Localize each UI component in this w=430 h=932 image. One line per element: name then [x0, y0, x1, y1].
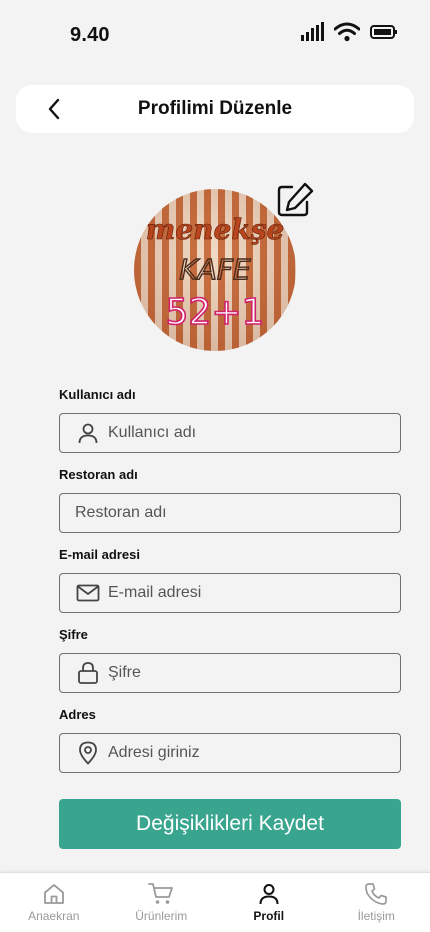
username-label: Kullanıcı adı: [59, 387, 136, 402]
avatar: menekşe KAFE 52+1: [134, 189, 296, 351]
signal-icon: [301, 22, 324, 41]
status-time: 9.40: [70, 24, 110, 46]
username-input[interactable]: [100, 414, 400, 452]
address-label: Adres: [59, 707, 96, 722]
username-field-container: [59, 413, 401, 453]
edit-icon: [277, 182, 314, 217]
address-field-container: [59, 733, 401, 773]
profile-photo[interactable]: menekşe KAFE 52+1: [134, 189, 296, 351]
edit-photo-button[interactable]: [276, 182, 316, 218]
tab-profile-label: Profil: [253, 909, 285, 923]
home-icon: [43, 884, 64, 904]
restaurant-field-container: [59, 493, 401, 533]
tab-home-label: Anaekran: [28, 909, 80, 923]
email-input[interactable]: [100, 574, 400, 612]
password-field-container: [59, 653, 401, 693]
mail-icon: [76, 581, 100, 605]
tab-home[interactable]: Anaekran: [0, 873, 108, 932]
battery-icon: [370, 25, 397, 39]
phone-icon: [365, 883, 388, 905]
user-icon: [76, 421, 100, 445]
avatar-logo-line-3: 52+1: [166, 292, 265, 333]
password-label: Şifre: [59, 627, 88, 642]
page-header: Profilimi Düzenle: [16, 85, 414, 133]
tab-products-label: Ürünlerim: [135, 909, 188, 923]
avatar-logo-line-2: KAFE: [179, 253, 251, 286]
address-input[interactable]: [100, 734, 400, 772]
user-icon: [259, 884, 279, 905]
lock-icon: [76, 661, 100, 685]
bottom-tab-bar: Anaekran Ürünlerim Profil İletişim: [0, 872, 430, 932]
location-pin-icon: [76, 741, 100, 765]
restaurant-label: Restoran adı: [59, 467, 138, 482]
wifi-icon: [334, 22, 360, 42]
tab-profile[interactable]: Profil: [215, 873, 323, 932]
page-title: Profilimi Düzenle: [137, 98, 293, 119]
avatar-logo-image: menekşe KAFE 52+1: [145, 213, 285, 334]
email-label: E-mail adresi: [59, 547, 140, 562]
save-changes-button[interactable]: Değişiklikleri Kaydet: [59, 799, 401, 849]
email-field-container: [59, 573, 401, 613]
tab-contact[interactable]: İletişim: [323, 873, 430, 932]
tab-contact-label: İletişim: [357, 909, 395, 923]
avatar-logo-line-1: menekşe: [146, 213, 285, 246]
cart-icon: [148, 883, 174, 904]
tab-products[interactable]: Ürünlerim: [108, 873, 216, 932]
restaurant-input[interactable]: [60, 494, 400, 532]
password-input[interactable]: [100, 654, 400, 692]
status-bar: 9.40: [0, 0, 430, 70]
status-icons: [300, 22, 398, 42]
